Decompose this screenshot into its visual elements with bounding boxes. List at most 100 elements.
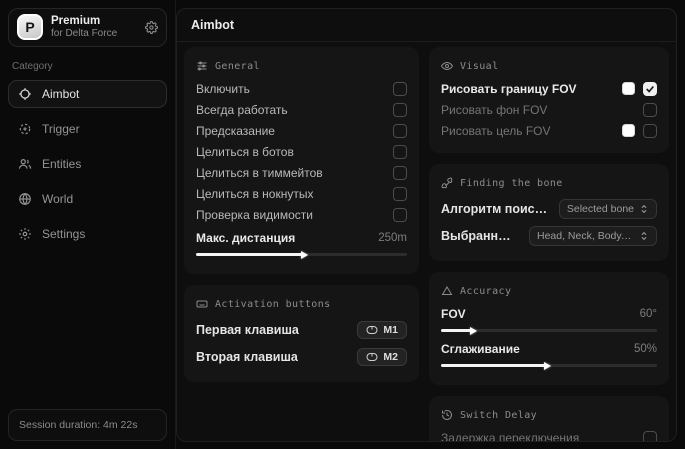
- unfold-icon: [639, 204, 649, 214]
- fov-slider[interactable]: [441, 329, 657, 332]
- sidebar-item-label: Entities: [42, 157, 81, 171]
- card-bone: Finding the bone Алгоритм поиска костей …: [429, 164, 669, 261]
- slider-label: FOV: [441, 307, 632, 321]
- card-general-title: General: [196, 60, 407, 72]
- slider-row: Макс. дистанция 250m: [196, 227, 407, 248]
- gear-icon[interactable]: [145, 21, 158, 34]
- brand-subtitle: for Delta Force: [51, 28, 137, 41]
- session-duration: Session duration: 4m 22s: [8, 409, 167, 441]
- sidebar-item-entities[interactable]: Entities: [8, 150, 167, 178]
- keybind-button-m2[interactable]: M2: [357, 348, 407, 366]
- card-bone-title: Finding the bone: [441, 177, 657, 189]
- smoothing-slider[interactable]: [441, 364, 657, 367]
- card-activation-title: Activation buttons: [196, 298, 407, 310]
- setting-row: Целиться в тиммейтов: [196, 162, 407, 183]
- visual-label: Рисовать фон FOV: [441, 103, 635, 117]
- sliders-icon: [196, 60, 208, 72]
- select-value: Selected bone: [567, 203, 634, 215]
- checkbox[interactable]: [393, 208, 407, 222]
- sidebar-item-label: Aimbot: [42, 87, 79, 101]
- keyboard-icon: [196, 298, 208, 310]
- sidebar-item-aimbot[interactable]: Aimbot: [8, 80, 167, 108]
- checkbox[interactable]: [393, 82, 407, 96]
- app-logo: P: [17, 14, 43, 40]
- globe-icon: [18, 192, 32, 206]
- checkbox[interactable]: [643, 124, 657, 138]
- slider-value: 50%: [634, 343, 657, 355]
- card-visual: Visual Рисовать границу FOV Рисовать фон…: [429, 47, 669, 153]
- setting-label: Проверка видимости: [196, 208, 385, 222]
- keybind-row: Первая клавиша M1: [196, 316, 407, 343]
- brand-box: P Premium for Delta Force: [8, 8, 167, 47]
- setting-label: Включить: [196, 82, 385, 96]
- checkbox[interactable]: [393, 187, 407, 201]
- eye-icon: [441, 60, 453, 72]
- setting-label: Всегда работать: [196, 103, 385, 117]
- setting-row: Всегда работать: [196, 99, 407, 120]
- slider-value: 60°: [640, 308, 657, 320]
- card-visual-title: Visual: [441, 60, 657, 72]
- keybind-value: M1: [383, 324, 398, 336]
- slider-thumb[interactable]: [301, 251, 308, 259]
- checkbox[interactable]: [393, 124, 407, 138]
- checkbox[interactable]: [643, 431, 657, 443]
- slider-row: FOV 60°: [441, 303, 657, 324]
- slider-row: Сглаживание 50%: [441, 338, 657, 359]
- card-general: General Включить Всегда работать Предска…: [184, 47, 419, 274]
- sidebar-item-settings[interactable]: Settings: [8, 220, 167, 248]
- card-accuracy: Accuracy FOV 60° Сглаживание 50%: [429, 272, 669, 385]
- slider-label: Макс. дистанция: [196, 231, 370, 245]
- setting-label: Предсказание: [196, 124, 385, 138]
- mouse-icon: [366, 325, 378, 335]
- visual-label: Рисовать цель FOV: [441, 124, 614, 138]
- checkbox[interactable]: [393, 103, 407, 117]
- page-title: Aimbot: [191, 18, 234, 32]
- checkbox[interactable]: [393, 166, 407, 180]
- checkbox[interactable]: [643, 103, 657, 117]
- entities-icon: [18, 157, 32, 171]
- trigger-icon: [18, 122, 32, 136]
- select-row: Выбранные кости Head, Neck, Body, Pe...: [441, 222, 657, 249]
- setting-label: Задержка переключения: [441, 431, 635, 443]
- unfold-icon: [639, 231, 649, 241]
- slider-fill: [441, 364, 545, 367]
- bone-icon: [441, 177, 453, 189]
- visual-row: Рисовать цель FOV: [441, 120, 657, 141]
- checkbox[interactable]: [643, 82, 657, 96]
- crosshair-icon: [18, 87, 32, 101]
- select-label: Выбранные кости: [441, 229, 521, 243]
- slider-thumb[interactable]: [470, 327, 477, 335]
- sidebar: P Premium for Delta Force Category Aimbo…: [0, 0, 176, 449]
- bone-algorithm-select[interactable]: Selected bone: [559, 199, 657, 219]
- setting-label: Целиться в нокнутых: [196, 187, 385, 201]
- category-label: Category: [12, 61, 163, 72]
- main-header: Aimbot: [177, 9, 676, 42]
- visual-row: Рисовать фон FOV: [441, 99, 657, 120]
- setting-row: Включить: [196, 78, 407, 99]
- keybind-button-m1[interactable]: M1: [357, 321, 407, 339]
- select-row: Алгоритм поиска костей Selected bone: [441, 195, 657, 222]
- select-value: Head, Neck, Body, Pe...: [537, 230, 634, 242]
- brand-name: Premium: [51, 14, 137, 28]
- sidebar-item-world[interactable]: World: [8, 185, 167, 213]
- visual-label: Рисовать границу FOV: [441, 82, 614, 96]
- clock-arrow-icon: [441, 409, 453, 421]
- visual-row: Рисовать границу FOV: [441, 78, 657, 99]
- max-distance-slider[interactable]: [196, 253, 407, 256]
- checkbox[interactable]: [393, 145, 407, 159]
- color-swatch[interactable]: [622, 124, 635, 137]
- slider-thumb[interactable]: [544, 362, 551, 370]
- sidebar-item-label: World: [42, 192, 73, 206]
- select-label: Алгоритм поиска костей: [441, 202, 551, 216]
- selected-bones-select[interactable]: Head, Neck, Body, Pe...: [529, 226, 657, 246]
- setting-label: Целиться в ботов: [196, 145, 385, 159]
- sidebar-item-trigger[interactable]: Trigger: [8, 115, 167, 143]
- right-column: Visual Рисовать границу FOV Рисовать фон…: [429, 47, 669, 442]
- card-accuracy-title: Accuracy: [441, 285, 657, 297]
- mouse-icon: [366, 352, 378, 362]
- card-activation: Activation buttons Первая клавиша M1 Вто…: [184, 285, 419, 382]
- color-swatch[interactable]: [622, 82, 635, 95]
- card-switch-delay-title: Switch Delay: [441, 409, 657, 421]
- sidebar-item-label: Trigger: [42, 122, 80, 136]
- slider-fill: [441, 329, 471, 332]
